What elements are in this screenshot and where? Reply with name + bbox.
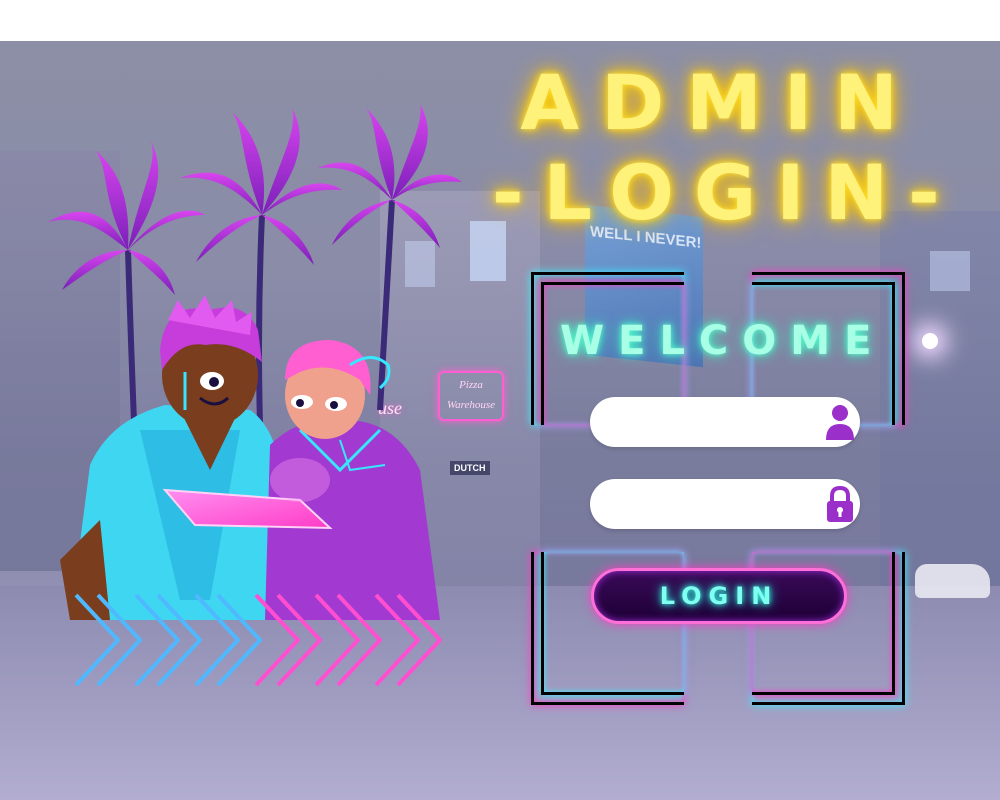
welcome-heading: WELCOME <box>560 318 886 364</box>
username-input[interactable] <box>612 396 823 448</box>
login-button[interactable]: LOGIN <box>591 568 847 624</box>
title-login: -LOGIN- <box>492 148 960 237</box>
username-field[interactable] <box>590 396 860 448</box>
lock-icon <box>823 484 857 524</box>
title-admin: ADMIN <box>520 58 920 147</box>
user-icon <box>823 402 857 442</box>
password-field[interactable] <box>590 478 860 530</box>
character-left <box>60 295 285 620</box>
password-input[interactable] <box>612 478 823 530</box>
